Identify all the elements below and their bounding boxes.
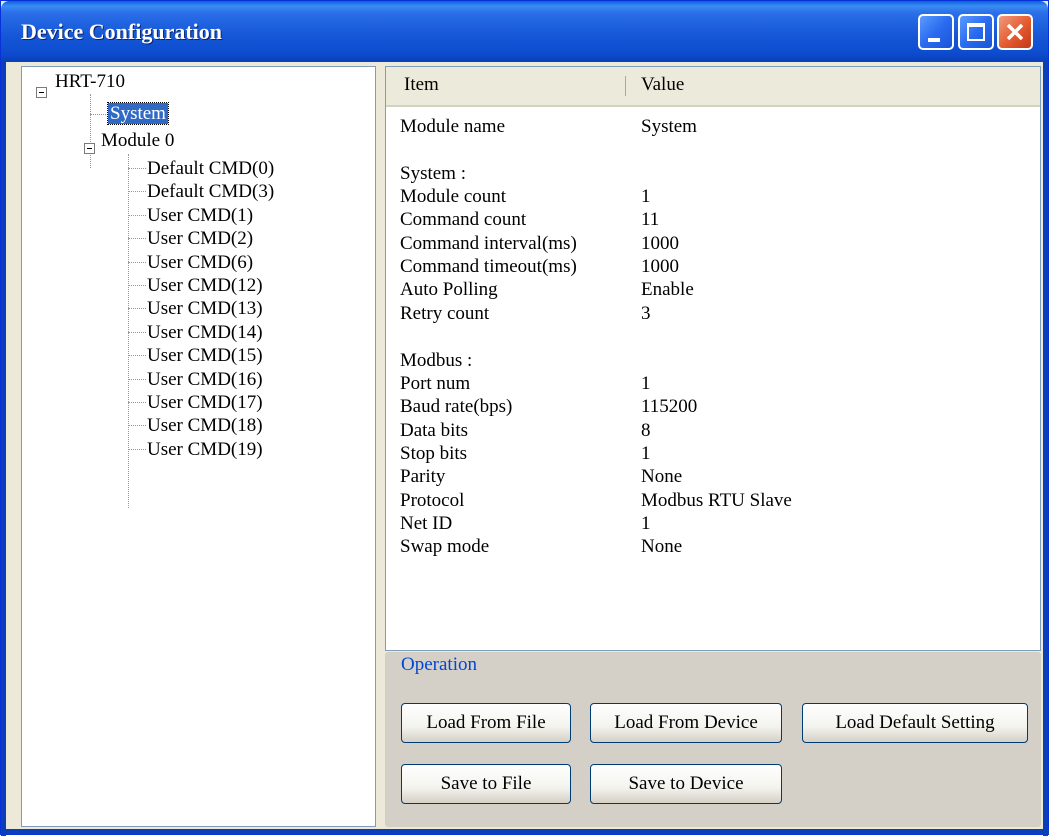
list-row-value[interactable]: None xyxy=(641,535,682,558)
title-bar[interactable]: Device Configuration xyxy=(1,1,1048,62)
list-row-item[interactable]: Data bits xyxy=(400,419,468,442)
list-row-item[interactable]: System : xyxy=(400,162,466,185)
properties-listview[interactable]: Item Value Module name System System : Modu… xyxy=(385,66,1041,651)
collapse-icon[interactable] xyxy=(36,87,47,98)
tree-item-module-0[interactable]: Module 0 xyxy=(101,129,174,153)
list-row-value[interactable]: Modbus RTU Slave xyxy=(641,489,792,512)
tree-item-command[interactable]: User CMD(18) xyxy=(147,414,263,438)
tree-item-command[interactable]: Default CMD(0) xyxy=(147,157,274,181)
device-configuration-window: Device Configuration HRT-710 System Modu… xyxy=(0,0,1049,836)
maximize-button[interactable] xyxy=(958,14,994,50)
list-row-item[interactable]: Port num xyxy=(400,372,470,395)
list-row-item[interactable]: Command timeout(ms) xyxy=(400,255,577,278)
column-header-value[interactable]: Value xyxy=(641,67,684,103)
list-row-item[interactable]: Retry count xyxy=(400,302,489,325)
list-row-value[interactable]: Enable xyxy=(641,278,694,301)
save-to-device-button[interactable]: Save to Device xyxy=(590,764,782,804)
tree-item-command[interactable]: User CMD(19) xyxy=(147,438,263,462)
tree-item-hrt-710[interactable]: HRT-710 xyxy=(55,70,125,94)
maximize-icon xyxy=(967,23,985,41)
list-row-item[interactable]: Net ID xyxy=(400,512,452,535)
list-row-value[interactable]: 3 xyxy=(641,302,651,325)
operation-group-label: Operation xyxy=(398,654,480,676)
minimize-button[interactable] xyxy=(918,14,954,50)
tree-item-command[interactable]: Default CMD(3) xyxy=(147,180,274,204)
load-from-file-button[interactable]: Load From File xyxy=(401,703,571,743)
save-to-file-button[interactable]: Save to File xyxy=(401,764,571,804)
list-row-item[interactable]: Swap mode xyxy=(400,535,489,558)
list-row-item[interactable]: Command interval(ms) xyxy=(400,232,577,255)
list-row-value[interactable]: 1000 xyxy=(641,232,679,255)
tree-item-command[interactable]: User CMD(12) xyxy=(147,274,263,298)
collapse-icon[interactable] xyxy=(84,143,95,154)
tree-item-system-label: System xyxy=(107,102,169,125)
list-row-item[interactable]: Protocol xyxy=(400,489,464,512)
list-row-value[interactable]: None xyxy=(641,465,682,488)
list-row-value[interactable]: 1 xyxy=(641,185,651,208)
list-row-item[interactable]: Module name xyxy=(400,115,505,138)
device-tree[interactable]: HRT-710 System Module 0 Default CMD(0) De… xyxy=(21,66,376,827)
tree-item-command[interactable]: User CMD(16) xyxy=(147,368,263,392)
tree-item-command[interactable]: User CMD(14) xyxy=(147,321,263,345)
list-row-value[interactable]: System xyxy=(641,115,697,138)
list-row-value[interactable]: 8 xyxy=(641,419,651,442)
column-header-item[interactable]: Item xyxy=(404,67,439,103)
list-row-value[interactable]: 1 xyxy=(641,512,651,535)
list-row-item[interactable]: Modbus : xyxy=(400,349,472,372)
list-row-value[interactable]: 1000 xyxy=(641,255,679,278)
close-button[interactable] xyxy=(997,14,1033,50)
list-row-value[interactable]: 11 xyxy=(641,208,659,231)
tree-item-command[interactable]: User CMD(2) xyxy=(147,227,253,251)
close-icon xyxy=(1006,23,1024,41)
tree-item-command[interactable]: User CMD(13) xyxy=(147,297,263,321)
tree-item-command[interactable]: User CMD(1) xyxy=(147,204,253,228)
list-row-item[interactable]: Parity xyxy=(400,465,445,488)
list-row-item[interactable]: Auto Polling xyxy=(400,278,498,301)
tree-item-command[interactable]: User CMD(15) xyxy=(147,344,263,368)
load-from-device-button[interactable]: Load From Device xyxy=(590,703,782,743)
minimize-icon xyxy=(928,38,940,42)
list-row-value[interactable]: 1 xyxy=(641,442,651,465)
list-row-item[interactable]: Stop bits xyxy=(400,442,467,465)
list-row-item[interactable]: Baud rate(bps) xyxy=(400,395,512,418)
list-row-item[interactable]: Module count xyxy=(400,185,506,208)
list-row-item[interactable]: Command count xyxy=(400,208,526,231)
list-row-value[interactable]: 115200 xyxy=(641,395,697,418)
tree-item-system[interactable]: System xyxy=(107,102,169,126)
window-title: Device Configuration xyxy=(21,19,223,44)
tree-item-command[interactable]: User CMD(6) xyxy=(147,251,253,275)
list-row-value[interactable]: 1 xyxy=(641,372,651,395)
listview-header: Item Value xyxy=(386,67,1040,107)
load-default-setting-button[interactable]: Load Default Setting xyxy=(802,703,1028,743)
tree-item-command[interactable]: User CMD(17) xyxy=(147,391,263,415)
operation-group: Operation Load From File Load From Devic… xyxy=(385,652,1041,827)
